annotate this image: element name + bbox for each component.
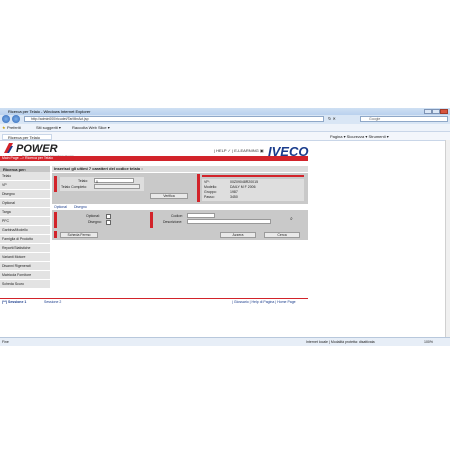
power-logo-icon: [4, 143, 13, 153]
zoom-level[interactable]: 100%: [424, 338, 433, 346]
descrizione-input[interactable]: [187, 219, 271, 224]
window-titlebar: Ricerca per Telaio - Windows Internet Ex…: [0, 108, 450, 115]
tab-current[interactable]: Ricerca per Telaio: [2, 134, 52, 140]
url-input[interactable]: http://admin000/ricudet/TarMinAct.jsp: [24, 116, 324, 122]
forward-icon[interactable]: [12, 115, 20, 123]
sidebar-item-disanni[interactable]: Disanni Rigenerati: [0, 262, 50, 271]
tab-optional[interactable]: Optional: [54, 205, 67, 209]
sidebar-item-scheda[interactable]: Scheda Scuro: [0, 280, 50, 289]
required-marker: [54, 231, 57, 238]
info-v-passo: 3450: [230, 195, 238, 199]
web-slice-gallery-link[interactable]: Raccolta Web Slice ▾: [72, 125, 110, 130]
session-tabs: (**) Sessione 1 Sessione 2 | Glossario |…: [0, 300, 308, 305]
sidebar-item-vp[interactable]: VP: [0, 181, 50, 190]
disegno-label: Disegno:: [88, 220, 102, 224]
sidebar-item-targa[interactable]: Targa: [0, 208, 50, 217]
window-title: Ricerca per Telaio - Windows Internet Ex…: [8, 109, 91, 114]
app-logo: POWER: [16, 143, 58, 155]
star-icon[interactable]: ★: [2, 125, 6, 130]
tab-label: Ricerca per Telaio: [8, 135, 40, 140]
sidebar: Ricerca per: Telaio VP Disegno Optional …: [0, 166, 50, 296]
info-k-gruppo: Gruppo:: [204, 190, 217, 194]
info-marker: [197, 174, 200, 202]
info-topline: [202, 175, 304, 177]
session-tab-1[interactable]: (**) Sessione 1: [2, 300, 26, 304]
instruction-text: Inserisci gli ultimi 7 caratteri del cod…: [52, 166, 308, 172]
status-text: Fine: [2, 340, 9, 344]
sidebar-item-varianti[interactable]: Varianti Motore: [0, 253, 50, 262]
vertical-scrollbar[interactable]: [445, 140, 450, 337]
sidebar-item-famiglia[interactable]: Famiglia di Prodotto: [0, 235, 50, 244]
info-v-gruppo: 1987: [230, 190, 238, 194]
suggested-sites-link[interactable]: Siti suggeriti ▾: [36, 125, 61, 130]
azzera-button[interactable]: Azzera: [220, 232, 256, 238]
bottom-divider: [0, 298, 308, 299]
help-links[interactable]: | HELP ✓ | E-LEARNING ▣: [214, 148, 264, 153]
refresh-icon[interactable]: ↻ ✕: [328, 116, 336, 121]
optional-checkbox[interactable]: [106, 214, 111, 219]
required-marker: [54, 212, 57, 228]
codice-input[interactable]: [187, 213, 215, 218]
optional-label: Optional:: [86, 214, 101, 218]
telaio-completo-label: Telaio Completo:: [61, 185, 88, 189]
status-bar: Fine Internet locale | Modalità protetta…: [0, 337, 450, 346]
sidebar-item-optional[interactable]: Optional: [0, 199, 50, 208]
command-bar[interactable]: Pagina ▾ Sicurezza ▾ Strumenti ▾: [330, 134, 389, 139]
minimize-icon[interactable]: [424, 109, 432, 114]
info-k-vp: VP:: [204, 180, 210, 184]
session-tab-2[interactable]: Sessione 2: [44, 300, 61, 304]
favorites-label[interactable]: Preferiti: [7, 125, 21, 130]
close-icon[interactable]: [440, 109, 448, 114]
sidebar-item-disegno[interactable]: Disegno: [0, 190, 50, 199]
maximize-icon[interactable]: [432, 109, 440, 114]
info-v-vp: 00Z09048R20015: [230, 180, 259, 184]
sidebar-item-pfc[interactable]: PFC: [0, 217, 50, 226]
disegno-checkbox[interactable]: [106, 220, 111, 225]
cerca-button[interactable]: Cerca: [264, 232, 300, 238]
sidebar-item-garbina[interactable]: Garbina/Modello: [0, 226, 50, 235]
sidebar-item-reporti[interactable]: Reporti/Statistiche: [0, 244, 50, 253]
telaio-completo-field: [94, 184, 140, 189]
tab-disegno[interactable]: Disegno: [74, 205, 87, 209]
required-marker: [54, 176, 57, 192]
footer-links[interactable]: | Glossario | Help di Pagina | Home Page: [232, 300, 296, 304]
required-marker: [150, 212, 153, 228]
descrizione-label: Descrizione:: [163, 220, 183, 224]
scheda-fermo-button[interactable]: Scheda Fermo: [60, 232, 98, 238]
tab-bar: Ricerca per Telaio Pagina ▾ Sicurezza ▾ …: [0, 132, 450, 141]
sidebar-item-telaio[interactable]: Telaio: [0, 172, 50, 181]
info-k-modello: Modello:: [204, 185, 218, 189]
search-input[interactable]: Google: [360, 116, 448, 122]
favorites-bar: ★ Preferiti Siti suggeriti ▾ Raccolta We…: [0, 124, 450, 132]
telaio-input[interactable]: 0: [94, 178, 134, 184]
telaio-panel: Telaio: 0 Telaio Completo: Verifica VP: …: [52, 173, 308, 204]
sidebar-item-matricola[interactable]: Matricola Fornitore: [0, 271, 50, 280]
codice-label: Codice:: [171, 214, 183, 218]
search-panel: Optional: Disegno: Codice: Descrizione: …: [52, 210, 308, 230]
info-v-modello: DAILY M F 2006: [230, 185, 256, 189]
back-icon[interactable]: [2, 115, 10, 123]
search-icon[interactable]: ⌕: [290, 216, 293, 222]
security-zone: Internet locale | Modalità protetta: dis…: [306, 340, 375, 344]
action-bar: Scheda Fermo Azzera Cerca: [52, 230, 308, 240]
verify-button[interactable]: Verifica: [150, 193, 188, 199]
telaio-label: Telaio:: [78, 179, 89, 183]
vehicle-info: VP: 00Z09048R20015 Modello: DAILY M F 20…: [202, 179, 304, 201]
info-k-passo: Passo:: [204, 195, 215, 199]
breadcrumb[interactable]: Main Page --> Ricerca per Telaio: [2, 156, 53, 161]
